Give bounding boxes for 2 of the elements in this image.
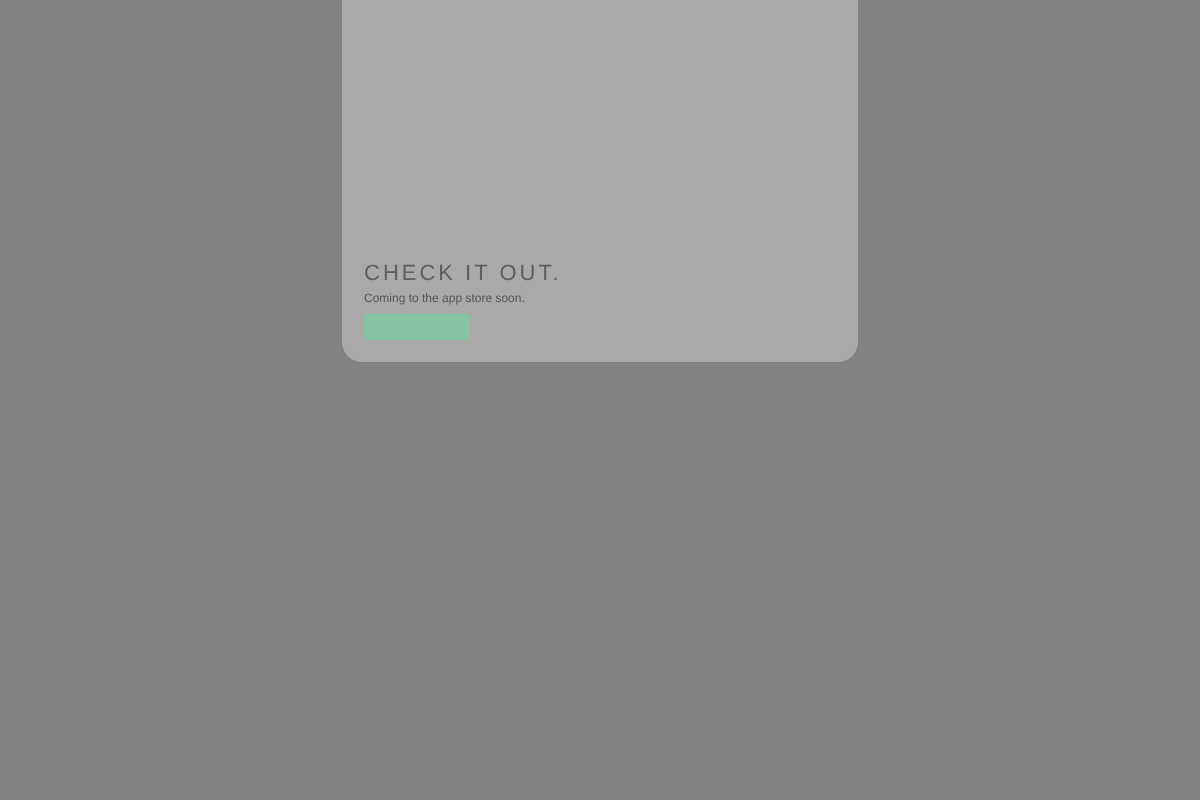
action-button[interactable] [364,314,470,340]
card-heading: CHECK IT OUT. [364,262,564,288]
